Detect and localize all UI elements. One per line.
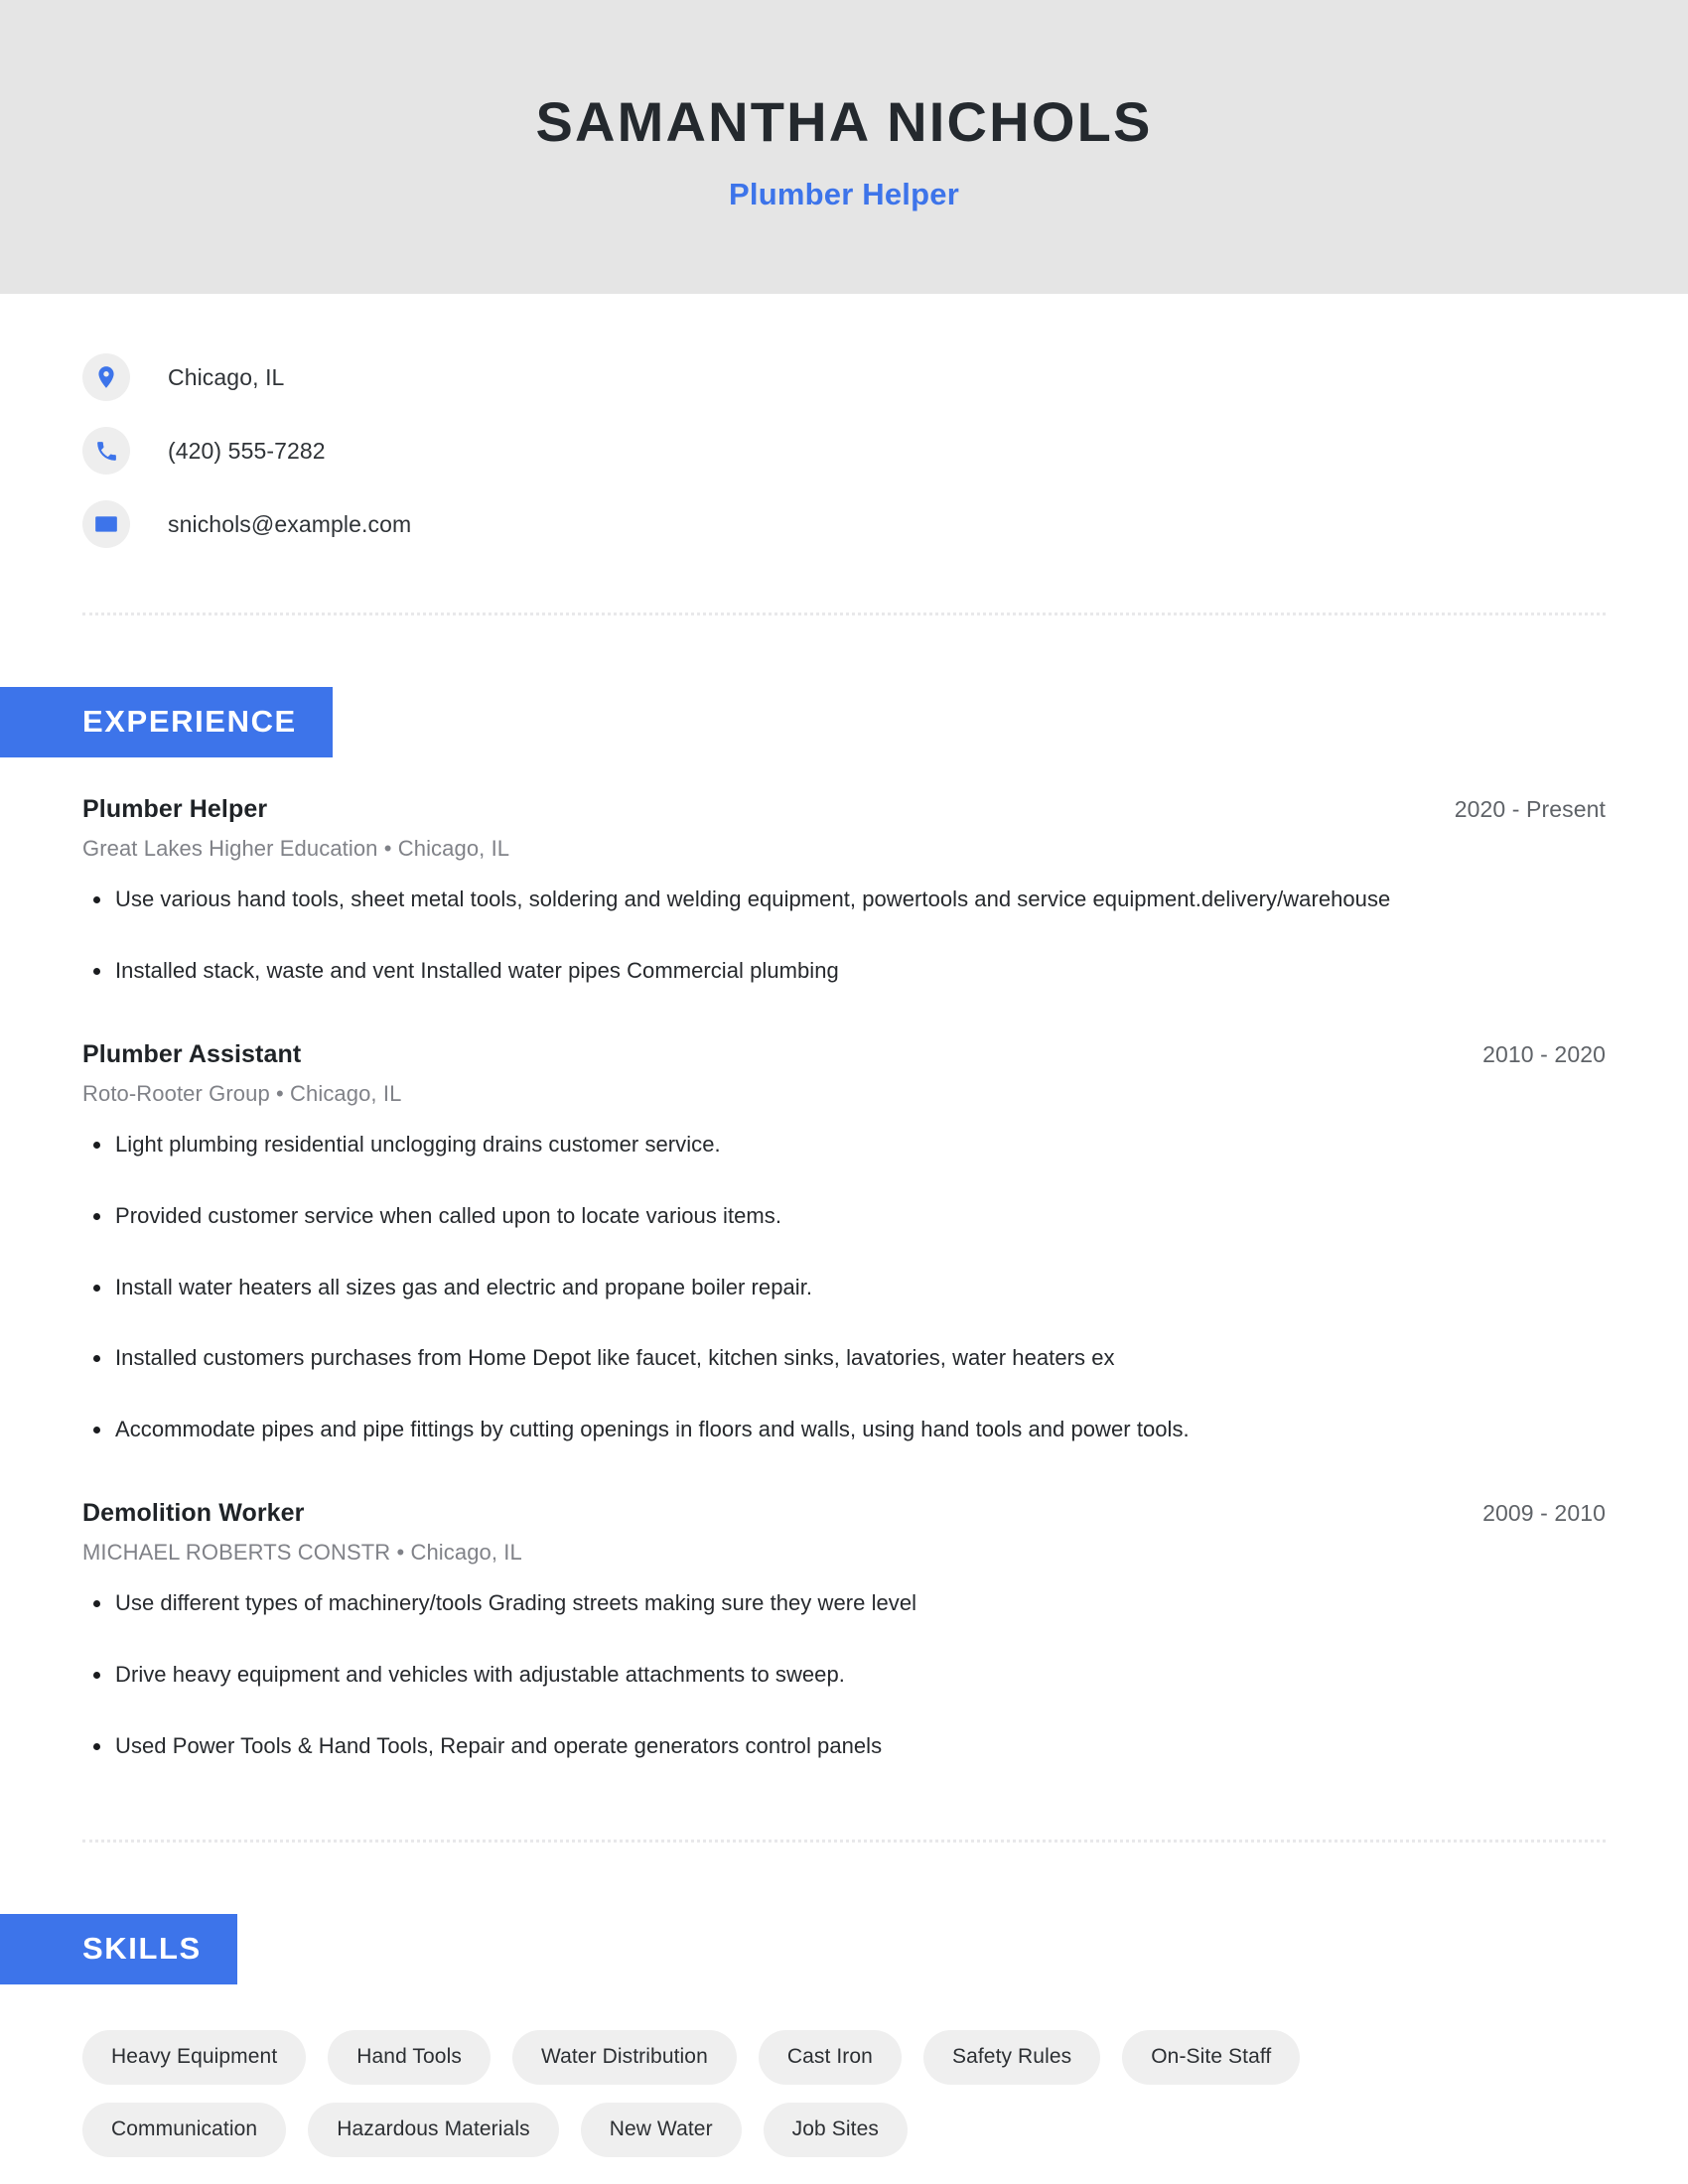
experience-entry: Plumber Helper 2020 - Present Great Lake…	[82, 795, 1606, 987]
experience-company-location: Great Lakes Higher Education • Chicago, …	[82, 836, 510, 861]
experience-dates: 2009 - 2010	[1482, 1500, 1606, 1527]
contact-item-email: snichols@example.com	[82, 487, 1606, 561]
skill-chip: Communication	[82, 2102, 287, 2157]
list-item: Use different types of machinery/tools G…	[82, 1587, 1606, 1619]
contact-phone-value: (420) 555-7282	[168, 437, 326, 464]
experience-entries: Plumber Helper 2020 - Present Great Lake…	[82, 757, 1606, 1762]
contact-item-phone: (420) 555-7282	[82, 414, 1606, 487]
list-item: Used Power Tools & Hand Tools, Repair an…	[82, 1730, 1606, 1762]
experience-entry: Demolition Worker 2009 - 2010 MICHAEL RO…	[82, 1499, 1606, 1762]
resume-body: Chicago, IL (420) 555-7282 snichols@exam…	[0, 294, 1688, 2184]
skills-section: SKILLS Heavy Equipment Hand Tools Water …	[0, 1843, 1606, 2157]
experience-heading-wrap: EXPERIENCE	[0, 687, 1606, 757]
skill-chip: Hazardous Materials	[308, 2102, 559, 2157]
experience-bullets: Light plumbing residential unclogging dr…	[82, 1129, 1606, 1445]
skill-chip: Cast Iron	[758, 2029, 902, 2085]
list-item: Drive heavy equipment and vehicles with …	[82, 1659, 1606, 1691]
experience-entry-header: Plumber Helper 2020 - Present	[82, 795, 1606, 824]
contact-email-value: snichols@example.com	[168, 510, 412, 537]
experience-entry: Plumber Assistant 2010 - 2020 Roto-Roote…	[82, 1040, 1606, 1445]
experience-dates: 2020 - Present	[1454, 796, 1606, 822]
skills-chip-list: Heavy Equipment Hand Tools Water Distrib…	[82, 1984, 1522, 2157]
experience-bullets: Use different types of machinery/tools G…	[82, 1587, 1606, 1762]
experience-role: Plumber Helper	[82, 795, 268, 823]
list-item: Install water heaters all sizes gas and …	[82, 1272, 1606, 1303]
skill-chip: On-Site Staff	[1122, 2029, 1301, 2085]
resume-header: SAMANTHA NICHOLS Plumber Helper	[0, 0, 1688, 294]
contact-list: Chicago, IL (420) 555-7282 snichols@exam…	[82, 294, 1606, 561]
experience-section: EXPERIENCE Plumber Helper 2020 - Present…	[0, 615, 1606, 1762]
list-item: Provided customer service when called up…	[82, 1200, 1606, 1232]
skill-chip: Water Distribution	[511, 2029, 737, 2085]
header-subtitle: Plumber Helper	[729, 176, 959, 211]
experience-entry-header: Plumber Assistant 2010 - 2020	[82, 1040, 1606, 1069]
list-item: Light plumbing residential unclogging dr…	[82, 1129, 1606, 1160]
skill-chip: Job Sites	[763, 2102, 908, 2157]
list-item: Installed customers purchases from Home …	[82, 1342, 1606, 1374]
experience-dates: 2010 - 2020	[1482, 1040, 1606, 1067]
list-item: Use various hand tools, sheet metal tool…	[82, 884, 1606, 915]
skill-chip: Safety Rules	[922, 2029, 1101, 2085]
experience-role: Demolition Worker	[82, 1499, 305, 1528]
page-title: SAMANTHA NICHOLS	[535, 90, 1153, 154]
entry-spacer	[82, 1026, 1606, 1040]
experience-company-location: Roto-Rooter Group • Chicago, IL	[82, 1080, 402, 1106]
list-item: Installed stack, waste and vent Installe…	[82, 955, 1606, 987]
phone-icon	[82, 427, 130, 475]
contact-location-value: Chicago, IL	[168, 363, 285, 390]
resume-page: SAMANTHA NICHOLS Plumber Helper Chicago,…	[0, 0, 1688, 2184]
experience-entry-header: Demolition Worker 2009 - 2010	[82, 1499, 1606, 1528]
email-icon	[82, 500, 130, 548]
skill-chip: New Water	[580, 2102, 742, 2157]
skills-heading-wrap: SKILLS	[0, 1913, 1606, 1984]
entry-spacer	[82, 1485, 1606, 1499]
location-pin-icon	[82, 353, 130, 401]
section-heading-experience: EXPERIENCE	[0, 687, 333, 757]
skill-chip: Heavy Equipment	[82, 2029, 307, 2085]
contact-item-location: Chicago, IL	[82, 341, 1606, 414]
experience-company-location: MICHAEL ROBERTS CONSTR • Chicago, IL	[82, 1540, 522, 1566]
list-item: Accommodate pipes and pipe fittings by c…	[82, 1414, 1606, 1445]
experience-role: Plumber Assistant	[82, 1039, 302, 1068]
experience-bullets: Use various hand tools, sheet metal tool…	[82, 884, 1606, 987]
section-heading-skills: SKILLS	[0, 1913, 237, 1984]
skill-chip: Hand Tools	[328, 2029, 491, 2085]
